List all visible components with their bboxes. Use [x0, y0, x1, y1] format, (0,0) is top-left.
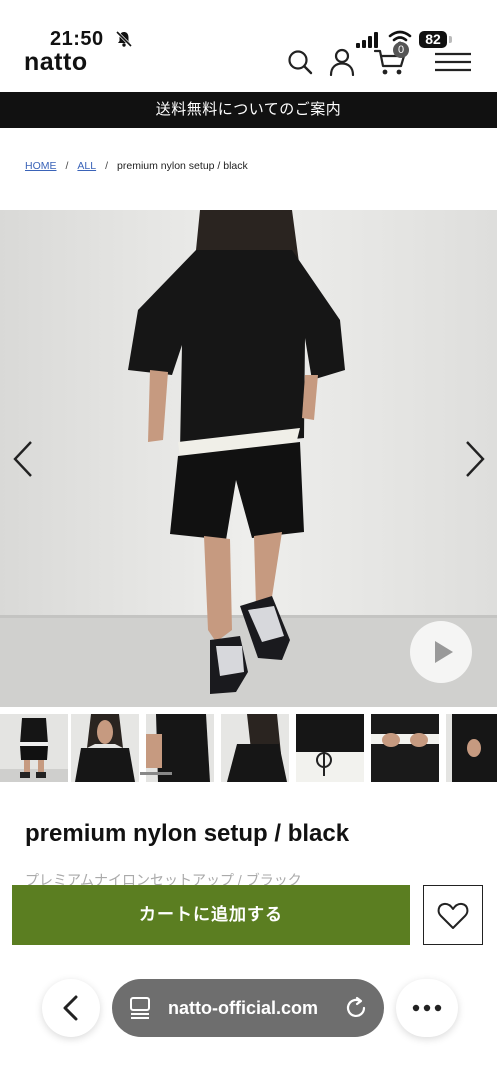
more-icon — [412, 1004, 442, 1012]
favorite-button[interactable] — [423, 885, 483, 945]
chevron-left-icon — [63, 995, 78, 1021]
tabs-icon[interactable] — [128, 996, 152, 1020]
breadcrumb-separator: / — [105, 160, 109, 172]
thumbnail[interactable] — [71, 714, 139, 782]
menu-icon[interactable] — [434, 52, 472, 72]
status-bar: 21:50 82 — [0, 0, 497, 50]
thumbnail[interactable] — [446, 714, 497, 782]
breadcrumb-separator: / — [65, 160, 69, 172]
thumbnail[interactable] — [371, 714, 439, 782]
bell-icon — [115, 30, 133, 48]
search-icon[interactable] — [286, 48, 314, 76]
user-icon[interactable] — [329, 48, 355, 76]
reload-icon[interactable] — [344, 996, 368, 1020]
site-logo[interactable]: natto — [24, 48, 88, 77]
breadcrumb: HOME / ALL / premium nylon setup / black — [25, 160, 248, 172]
browser-back-button[interactable] — [42, 979, 100, 1037]
play-video-button[interactable] — [410, 621, 472, 683]
thumbnail-scroll-indicator — [140, 772, 172, 775]
chevron-right-icon[interactable] — [462, 440, 488, 478]
breadcrumb-home[interactable]: HOME — [25, 160, 57, 172]
chevron-left-icon[interactable] — [10, 440, 36, 478]
battery-indicator: 82 — [419, 31, 447, 48]
site-header: natto 0 — [0, 42, 497, 92]
breadcrumb-all[interactable]: ALL — [77, 160, 96, 172]
address-bar[interactable]: natto-official.com — [112, 979, 384, 1037]
cart-count-badge: 0 — [393, 42, 409, 58]
heart-icon — [437, 902, 469, 929]
battery-tip — [449, 36, 452, 43]
thumbnail[interactable] — [296, 714, 364, 782]
browser-more-button[interactable] — [396, 979, 458, 1037]
signal-icon — [356, 32, 378, 48]
breadcrumb-current: premium nylon setup / black — [117, 160, 248, 172]
thumbnail[interactable] — [0, 714, 68, 782]
play-icon — [435, 641, 453, 663]
thumbnail-strip — [0, 714, 497, 782]
shipping-announcement[interactable]: 送料無料についてのご案内 — [0, 92, 497, 128]
thumbnail[interactable] — [221, 714, 289, 782]
url-text[interactable]: natto-official.com — [168, 979, 318, 1037]
product-title: premium nylon setup / black — [25, 820, 350, 847]
add-to-cart-button[interactable]: カートに追加する — [12, 885, 410, 945]
